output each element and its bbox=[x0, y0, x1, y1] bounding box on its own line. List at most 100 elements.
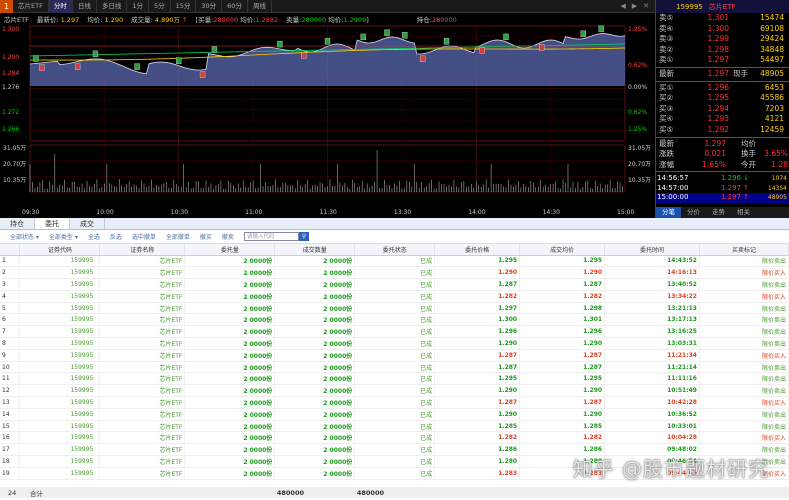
status-filter[interactable]: 全部状态 ▾ bbox=[10, 232, 39, 241]
buy-marker[interactable] bbox=[539, 44, 545, 51]
table-row[interactable]: 14 159995 芯片ETF 2 0000份 2 0000份 已成 1.290 1.290 1… bbox=[0, 408, 789, 421]
ask-row[interactable]: 卖② 1.298 34848 bbox=[656, 45, 789, 56]
tab-5min[interactable]: 5分 bbox=[149, 0, 171, 13]
col-name[interactable]: 证券名称 bbox=[99, 244, 186, 256]
tab-15min[interactable]: 15分 bbox=[171, 0, 197, 13]
table-row[interactable]: 2 159995 芯片ETF 2 0000份 2 0000份 已成 1.290 1.290 14… bbox=[0, 266, 789, 280]
ask-row[interactable]: 卖④ 1.300 69108 bbox=[656, 24, 789, 35]
y-axis-label: 1.272 bbox=[2, 109, 19, 116]
table-row[interactable]: 10 159995 芯片ETF 2 0000份 2 0000份 已成 1.287 1.287 1… bbox=[0, 361, 789, 374]
col-status[interactable]: 委托状态 bbox=[354, 244, 436, 256]
tab-fills[interactable]: 成交 bbox=[70, 218, 105, 229]
y-axis-label: 1.284 bbox=[2, 70, 19, 77]
ask-price: 1.297 bbox=[707, 55, 729, 65]
tab-multiday[interactable]: 多日线 bbox=[97, 0, 128, 13]
sell-marker[interactable] bbox=[360, 33, 366, 41]
table-row[interactable]: 8 159995 芯片ETF 2 0000份 2 0000份 已成 1.290 1.290 13… bbox=[0, 337, 789, 350]
tab-orders[interactable]: 委托 bbox=[35, 218, 70, 229]
ask-row[interactable]: 卖⑤ 1.301 15474 bbox=[656, 13, 789, 24]
vol-axis-label-right: 31.05万 bbox=[628, 145, 651, 152]
search-icon[interactable]: ⚲ bbox=[298, 232, 309, 241]
tab-30min[interactable]: 30分 bbox=[196, 0, 223, 13]
bid-row[interactable]: 买⑤ 1.292 12459 bbox=[656, 125, 789, 136]
sell-marker[interactable] bbox=[92, 50, 99, 58]
col-code[interactable]: 证券代码 bbox=[19, 244, 101, 256]
close-icon[interactable]: ✕ bbox=[643, 2, 649, 10]
bid-row[interactable]: 买④ 1.293 4121 bbox=[656, 114, 789, 125]
tab-ticks[interactable]: 分笔 bbox=[656, 207, 681, 218]
table-row[interactable]: 6 159995 芯片ETF 2 0000份 2 0000份 已成 1.300 1.301 13… bbox=[0, 313, 789, 327]
tick-row[interactable]: 14:57:00 1.297 ↑ 14354 bbox=[656, 184, 789, 194]
sell-marker[interactable] bbox=[503, 33, 509, 41]
tab-60min[interactable]: 60分 bbox=[222, 0, 248, 13]
table-row[interactable]: 9 159995 芯片ETF 2 0000份 2 0000份 已成 1.287 1.287 11… bbox=[0, 349, 789, 362]
select-all-button[interactable]: 全选 bbox=[88, 232, 100, 241]
table-row[interactable]: 5 159995 芯片ETF 2 0000份 2 0000份 已成 1.297 1.298 13… bbox=[0, 302, 789, 315]
ask-row[interactable]: 卖① 1.297 54497 bbox=[656, 55, 789, 66]
tab-1min[interactable]: 1分 bbox=[127, 0, 149, 13]
table-row[interactable]: 1 159995 芯片ETF 2 0000份 2 0000份 已成 1.295 1.295 14… bbox=[0, 255, 789, 268]
invert-select-button[interactable]: 反选 bbox=[110, 232, 122, 241]
table-row[interactable]: 7 159995 芯片ETF 2 0000份 2 0000份 已成 1.296 1.296 13… bbox=[0, 325, 789, 339]
y-axis-label: 1.276 bbox=[2, 84, 19, 91]
tab-daily[interactable]: 日线 bbox=[73, 0, 97, 13]
col-deal[interactable]: 成交数量 bbox=[274, 244, 356, 256]
tab-weekly[interactable]: 周线 bbox=[248, 0, 272, 13]
table-row[interactable]: 13 159995 芯片ETF 2 0000份 2 0000份 已成 1.287 1.287 1… bbox=[0, 396, 789, 409]
x-axis-label: 10:30 bbox=[171, 209, 188, 216]
sell-marker[interactable] bbox=[443, 38, 450, 45]
table-row[interactable]: 11 159995 芯片ETF 2 0000份 2 0000份 已成 1.295 1.295 1… bbox=[0, 372, 789, 386]
buy-marker[interactable] bbox=[199, 71, 206, 78]
table-row[interactable]: 12 159995 芯片ETF 2 0000份 2 0000份 已成 1.290 1.290 1… bbox=[0, 384, 789, 398]
prev-icon[interactable]: ◀ bbox=[620, 2, 625, 10]
buy-marker[interactable] bbox=[74, 63, 81, 70]
sell-marker[interactable] bbox=[33, 55, 39, 62]
sell-marker[interactable] bbox=[580, 30, 586, 37]
cancel-all-button[interactable]: 全部撤单 bbox=[166, 232, 190, 241]
bid-row[interactable]: 买③ 1.294 7203 bbox=[656, 104, 789, 115]
tick-row[interactable]: 15:00:00 1.297 ↑ 48905 bbox=[656, 193, 789, 203]
sell-marker[interactable] bbox=[402, 32, 408, 39]
col-avg[interactable]: 成交均价 bbox=[519, 244, 606, 256]
sell-marker[interactable] bbox=[384, 29, 390, 36]
stat-row: 最新 1.297 均价 bbox=[659, 138, 756, 148]
col-qty[interactable]: 委托量 bbox=[184, 244, 276, 256]
tab-positions[interactable]: 持仓 bbox=[0, 218, 35, 229]
info-name: 芯片ETF bbox=[4, 15, 29, 24]
cancel-sell-button[interactable]: 撤卖 bbox=[222, 232, 234, 241]
bid-row[interactable]: 买① 1.296 6453 bbox=[656, 83, 789, 94]
tab-price-dist[interactable]: 分价 bbox=[681, 207, 706, 218]
bid-label: 买② bbox=[659, 93, 674, 103]
sell-marker[interactable] bbox=[277, 40, 283, 48]
buy-marker[interactable] bbox=[479, 47, 485, 54]
sell-marker[interactable] bbox=[211, 46, 218, 53]
sell-marker[interactable] bbox=[598, 25, 604, 32]
cancel-buy-button[interactable]: 撤买 bbox=[200, 232, 212, 241]
buy-marker[interactable] bbox=[301, 52, 307, 59]
type-filter[interactable]: 全部类型 ▾ bbox=[49, 232, 78, 241]
table-row[interactable]: 16 159995 芯片ETF 2 0000份 2 0000份 已成 1.282 1.282 1… bbox=[0, 431, 789, 445]
tab-trend[interactable]: 走势 bbox=[706, 207, 731, 218]
period-tabbar: 1 芯片ETF 分时 日线 多日线 1分 5分 15分 30分 60分 周线 ◀… bbox=[0, 0, 655, 13]
buy-marker[interactable] bbox=[420, 55, 426, 63]
table-row[interactable]: 15 159995 芯片ETF 2 0000份 2 0000份 已成 1.285 1.285 1… bbox=[0, 420, 789, 433]
sell-marker[interactable] bbox=[176, 57, 182, 64]
buy-marker[interactable] bbox=[39, 64, 45, 71]
sell-marker[interactable] bbox=[134, 63, 140, 70]
col-price[interactable]: 委托价格 bbox=[434, 244, 521, 256]
tab-related[interactable]: 相关 bbox=[731, 207, 756, 218]
table-row[interactable]: 3 159995 芯片ETF 2 0000份 2 0000份 已成 1.287 1.287 13… bbox=[0, 278, 789, 291]
col-time[interactable]: 委托时间 bbox=[604, 244, 700, 256]
bid-row[interactable]: 买② 1.295 45586 bbox=[656, 93, 789, 104]
tick-row[interactable]: 14:56:57 1.296 ↓ 1074 bbox=[656, 174, 789, 184]
table-row[interactable]: 4 159995 芯片ETF 2 0000份 2 0000份 已成 1.282 1.282 13… bbox=[0, 290, 789, 303]
sell-marker[interactable] bbox=[324, 38, 331, 45]
tab-name[interactable]: 芯片ETF bbox=[13, 0, 49, 13]
next-icon[interactable]: ▶ bbox=[632, 2, 637, 10]
ask-price: 1.299 bbox=[707, 34, 729, 44]
tab-intraday[interactable]: 分时 bbox=[48, 0, 73, 13]
col-flag[interactable]: 买卖标记 bbox=[699, 244, 789, 256]
search-input[interactable]: 请输入代码 bbox=[243, 232, 299, 241]
cancel-selected-button[interactable]: 选中撤单 bbox=[132, 232, 156, 241]
ask-row[interactable]: 卖③ 1.299 29424 bbox=[656, 34, 789, 45]
